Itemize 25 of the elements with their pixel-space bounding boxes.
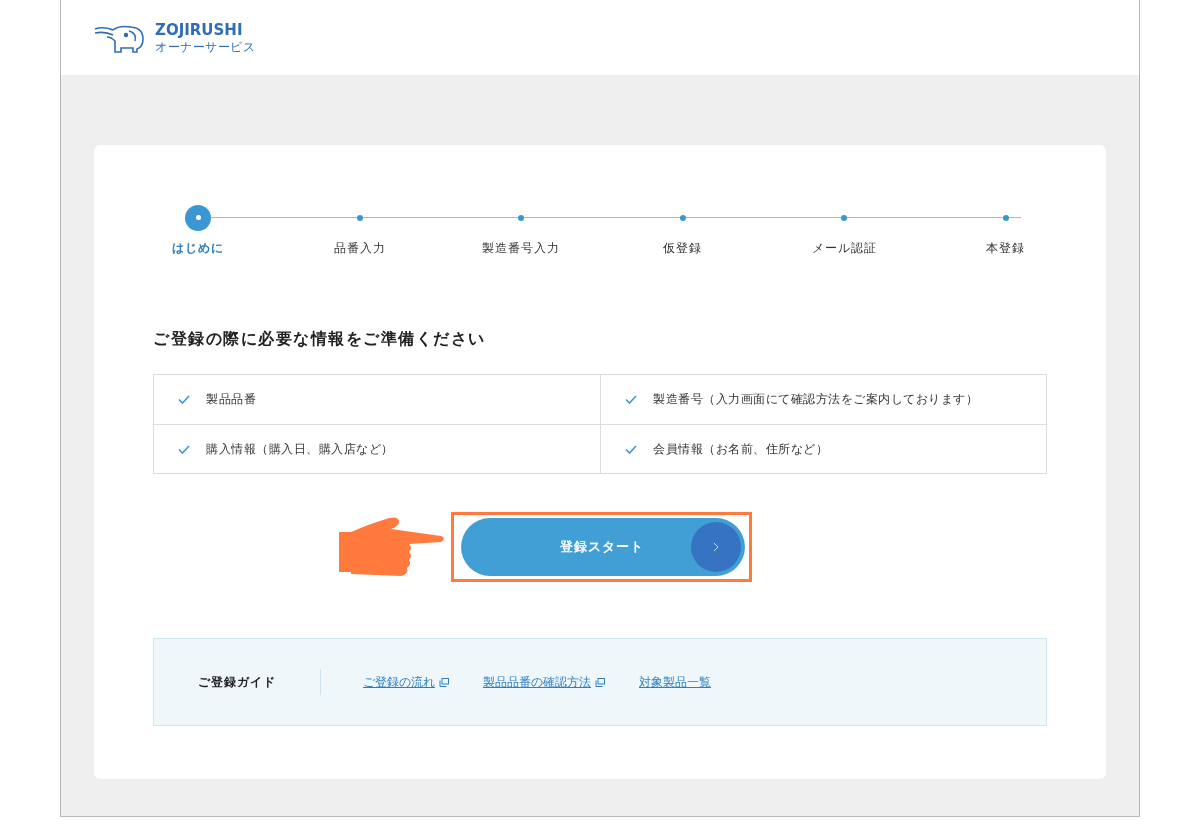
check-icon xyxy=(625,444,637,454)
check-icon xyxy=(178,444,190,454)
step-label: 本登録 xyxy=(986,240,1026,257)
chevron-right-icon xyxy=(712,542,719,552)
requirement-text: 会員情報（お名前、住所など） xyxy=(653,440,828,458)
brand-subtitle: オーナーサービス xyxy=(155,38,255,55)
section-heading: ご登録の際に必要な情報をご準備ください xyxy=(153,329,487,350)
requirement-text: 製造番号（入力画面にて確認方法をご案内しております） xyxy=(653,391,978,408)
external-link-icon xyxy=(595,677,605,687)
requirement-text: 購入情報（購入日、購入店など） xyxy=(206,440,394,458)
step-label: メール認証 xyxy=(811,240,877,257)
step-label: 仮登録 xyxy=(663,240,703,257)
guide-link[interactable]: 対象製品一覧 xyxy=(639,673,711,691)
guide-link[interactable]: 製品品番の確認方法 xyxy=(483,673,605,691)
check-icon xyxy=(625,395,637,404)
step-label: 品番入力 xyxy=(333,240,386,257)
brand-name: ZOJIRUSHI xyxy=(155,20,244,39)
step-label: 製造番号入力 xyxy=(482,240,561,257)
external-link-icon xyxy=(439,677,449,687)
guide-title: ご登録ガイド xyxy=(198,673,277,691)
requirement-text: 製品品番 xyxy=(206,391,256,408)
start-button[interactable]: 登録スタート xyxy=(460,518,745,576)
step-label: はじめに xyxy=(172,240,224,257)
guide-link[interactable]: ご登録の流れ xyxy=(363,673,449,691)
check-icon xyxy=(178,395,190,404)
